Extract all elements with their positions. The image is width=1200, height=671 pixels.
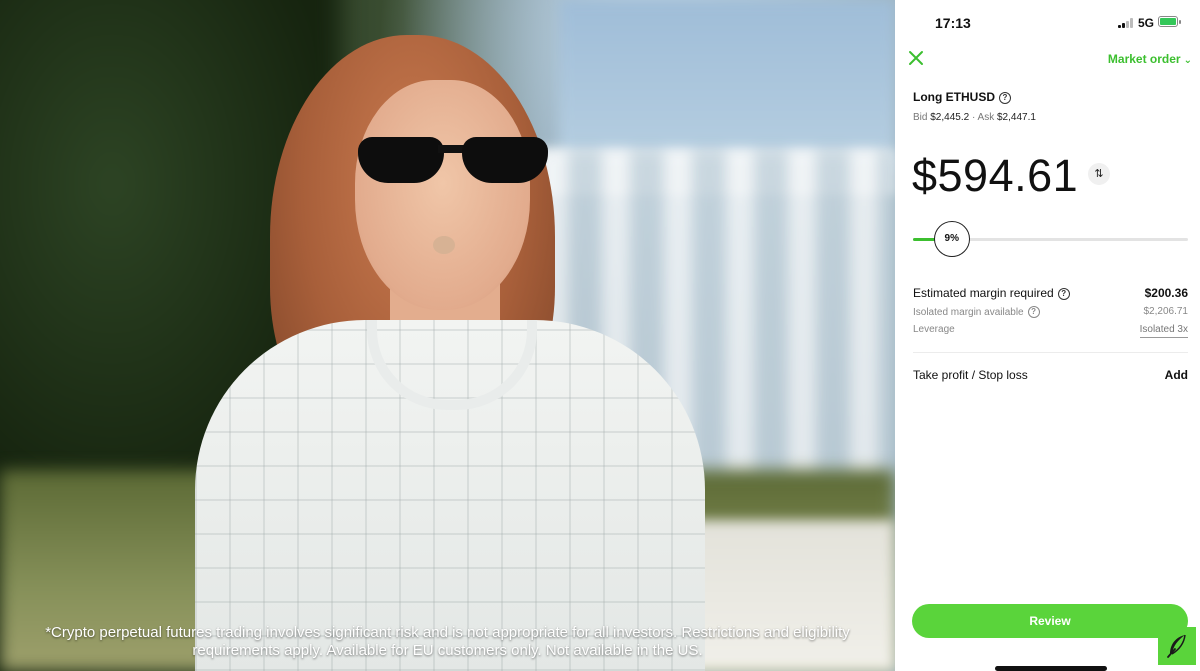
order-amount[interactable]: $594.61	[912, 150, 1078, 202]
estimated-margin-value: $200.36	[1144, 286, 1188, 300]
tpsl-label: Take profit / Stop loss	[913, 368, 1028, 382]
help-icon[interactable]: ?	[1027, 306, 1040, 318]
review-button[interactable]: Review	[912, 604, 1188, 638]
battery-icon	[1158, 16, 1181, 27]
leaf-logo-badge	[1158, 627, 1196, 665]
isolated-margin-value: $2,206.71	[1143, 306, 1189, 317]
status-bar: 17:13 5G	[895, 0, 1200, 44]
isolated-margin-label: Isolated margin available?	[913, 306, 1040, 318]
presenter-shirt	[195, 320, 705, 671]
instrument-title-text: Long ETHUSD	[913, 90, 995, 104]
leverage-selector[interactable]: Isolated 3x	[1139, 324, 1188, 338]
amount-slider-handle[interactable]: 9%	[933, 221, 970, 257]
network-label: 5G	[1138, 16, 1155, 30]
feather-icon	[1167, 634, 1186, 658]
disclaimer-line-2: requirements apply. Available for EU cus…	[192, 642, 703, 659]
presenter	[0, 0, 895, 671]
home-indicator	[995, 666, 1107, 671]
leverage-label: Leverage	[913, 324, 955, 335]
sunglasses-lens-left	[358, 137, 444, 183]
phone-screen: 17:13 5G Market order ⌄ Long ETHUSD? Bid …	[895, 0, 1200, 671]
presenter-face	[355, 80, 530, 310]
tpsl-add-button[interactable]: Add	[1165, 368, 1188, 382]
chevron-down-icon: ⌄	[1183, 55, 1192, 66]
disclaimer-caption: *Crypto perpetual futures trading involv…	[20, 624, 875, 660]
quote-separator: ·	[971, 112, 976, 123]
swap-units-icon[interactable]: ⇅	[1088, 163, 1110, 185]
bid-value: $2,445.2	[930, 112, 970, 123]
order-type-label: Market order	[1107, 52, 1181, 66]
divider	[913, 352, 1188, 353]
status-time: 17:13	[935, 15, 971, 31]
disclaimer-line-1: *Crypto perpetual futures trading involv…	[45, 624, 850, 641]
bid-label: Bid	[913, 112, 928, 123]
ask-label: Ask	[977, 112, 995, 123]
signal-icon	[1118, 18, 1134, 28]
sunglasses	[358, 137, 548, 185]
ask-value: $2,447.1	[996, 112, 1036, 123]
sunglasses-lens-right	[462, 137, 548, 183]
estimated-margin-label: Estimated margin required?	[913, 286, 1070, 300]
help-icon[interactable]: ?	[999, 92, 1011, 104]
order-type-dropdown[interactable]: Market order ⌄	[1108, 52, 1192, 66]
shirt-collar	[367, 320, 537, 410]
headset-microphone	[433, 236, 455, 254]
instrument-title: Long ETHUSD?	[913, 90, 1011, 104]
close-icon[interactable]	[907, 49, 925, 67]
bid-ask-quote: Bid $2,445.2 · Ask $2,447.1	[913, 112, 1036, 123]
help-icon[interactable]: ?	[1057, 288, 1070, 300]
video-frame: *Crypto perpetual futures trading involv…	[0, 0, 895, 671]
